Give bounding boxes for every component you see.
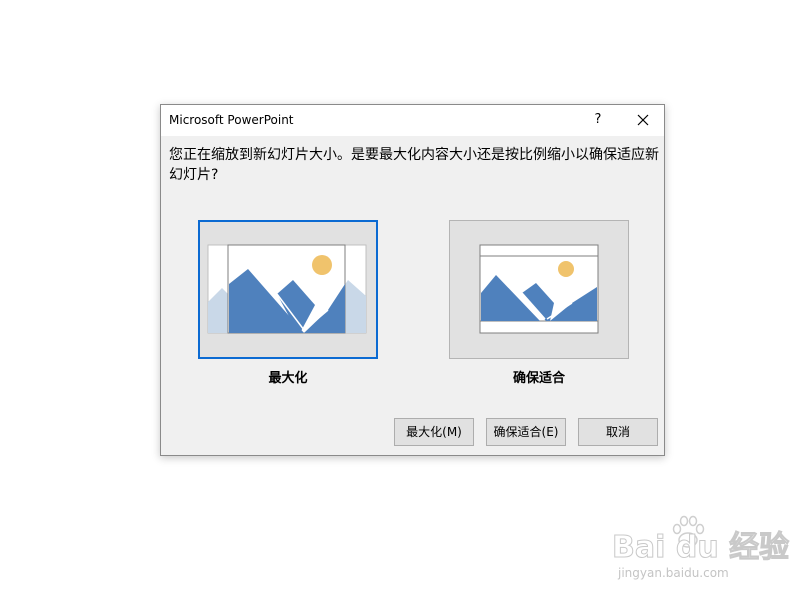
maximize-option[interactable] [198, 220, 378, 359]
ensure-fit-option-label: 确保适合 [512, 371, 565, 386]
maximize-preview-icon [207, 244, 367, 334]
close-icon [637, 114, 649, 126]
ensure-fit-preview-icon [479, 244, 599, 334]
maximize-button[interactable]: 最大化(M) [394, 418, 474, 446]
maximize-option-label: 最大化 [268, 371, 308, 386]
title-bar: Microsoft PowerPoint ? [161, 105, 664, 136]
dialog-title: Microsoft PowerPoint [169, 113, 294, 127]
ensure-fit-option[interactable] [449, 220, 629, 359]
powerpoint-dialog: Microsoft PowerPoint ? 您正在缩放到新幻灯片大小。是要最大… [160, 104, 665, 456]
close-button[interactable] [629, 109, 657, 131]
dialog-message: 您正在缩放到新幻灯片大小。是要最大化内容大小还是按比例缩小以确保适应新幻灯片? [169, 147, 659, 183]
help-button[interactable]: ? [587, 109, 609, 131]
watermark-url: jingyan.baidu.com [618, 566, 729, 580]
watermark-brand: Bai du 经验 [611, 530, 790, 566]
ensure-fit-button[interactable]: 确保适合(E) [486, 418, 566, 446]
screen: Microsoft PowerPoint ? 您正在缩放到新幻灯片大小。是要最大… [0, 0, 800, 600]
baidu-jingyan-watermark: Bai du 经验 jingyan.baidu.com [611, 512, 790, 592]
cancel-button[interactable]: 取消 [578, 418, 658, 446]
